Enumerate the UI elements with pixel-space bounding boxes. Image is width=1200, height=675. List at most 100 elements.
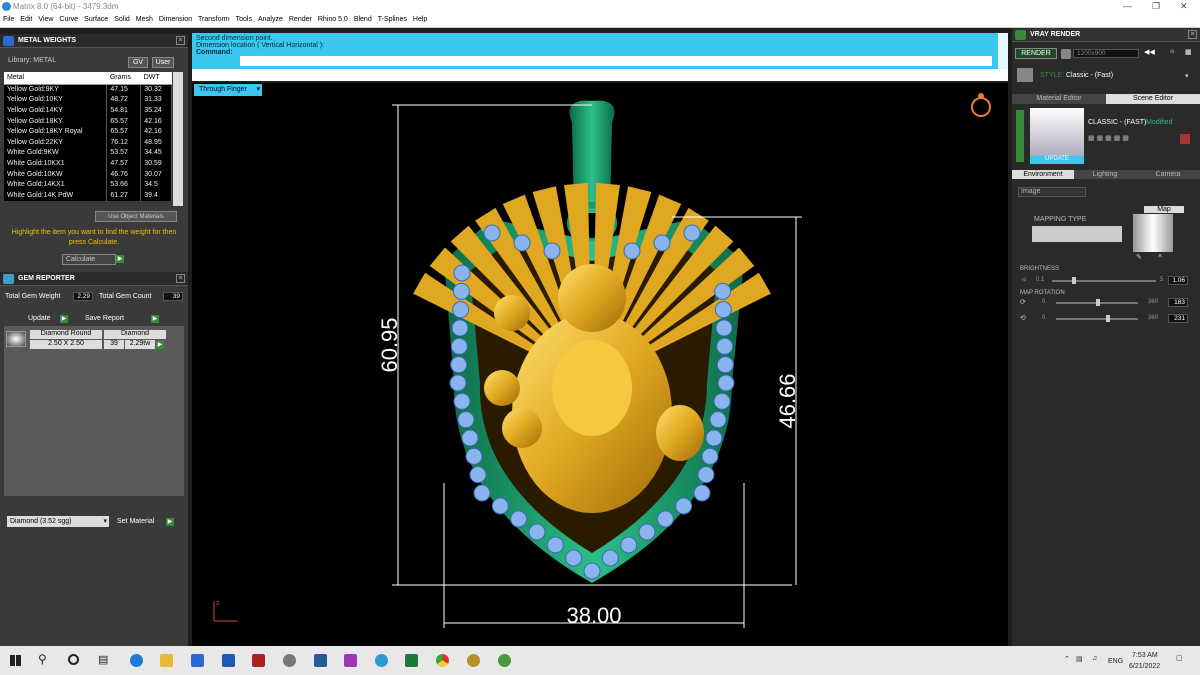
env-type-select[interactable]: Image bbox=[1018, 187, 1086, 197]
rotation-h-value[interactable]: 183 bbox=[1168, 298, 1188, 307]
table-row[interactable]: White Gold:14KX1 53.66 34.5 bbox=[4, 179, 172, 190]
update-go-icon[interactable]: ▶ bbox=[60, 315, 68, 323]
table-row[interactable]: White Gold:14K PdW 61.27 39.4 bbox=[4, 189, 172, 201]
table-row[interactable]: Yellow Gold:14KY 54.81 35.24 bbox=[4, 105, 172, 116]
table-row[interactable]: White Gold:9KW 53.57 34.45 bbox=[4, 147, 172, 159]
table-row[interactable]: Yellow Gold:10KY 48.72 31.33 bbox=[4, 94, 172, 106]
mail-icon[interactable] bbox=[222, 654, 235, 667]
search-icon[interactable]: ⚲ bbox=[38, 652, 47, 666]
column-header[interactable]: Grams bbox=[106, 72, 141, 85]
menu-file[interactable]: File bbox=[0, 14, 17, 25]
gv-button[interactable]: GV bbox=[128, 57, 148, 68]
resolution-field[interactable]: 1200x900 bbox=[1073, 49, 1139, 58]
command-scrollbar[interactable] bbox=[998, 33, 1008, 69]
map-edit-icon[interactable]: ✎ bbox=[1136, 253, 1142, 261]
scene-preview[interactable] bbox=[1030, 108, 1084, 158]
style-value[interactable]: Classic - (Fast) bbox=[1066, 72, 1113, 79]
menu-view[interactable]: View bbox=[35, 14, 56, 25]
menu-dimension[interactable]: Dimension bbox=[156, 14, 195, 25]
clock-time[interactable]: 7:53 AM bbox=[1132, 652, 1158, 659]
metal-weights-close-icon[interactable]: × bbox=[176, 36, 185, 45]
clock-date[interactable]: 6/21/2022 bbox=[1129, 663, 1160, 670]
table-row[interactable]: White Gold:10KW 46.76 30.07 bbox=[4, 168, 172, 180]
tab-lighting[interactable]: Lighting bbox=[1074, 170, 1136, 179]
vray-close-icon[interactable]: × bbox=[1188, 30, 1197, 39]
edge-icon[interactable] bbox=[130, 654, 143, 667]
windows-start-icon[interactable] bbox=[10, 655, 21, 666]
material-select[interactable]: Diamond (3.52 sgg) ▾ bbox=[7, 516, 109, 527]
close-button[interactable]: ✕ bbox=[1180, 1, 1188, 12]
excel-icon[interactable] bbox=[405, 654, 418, 667]
tab-material-editor[interactable]: Material Editor bbox=[1012, 94, 1106, 104]
menu-blend[interactable]: Blend bbox=[351, 14, 375, 25]
menu-surface[interactable]: Surface bbox=[81, 14, 111, 25]
gem-go-icon[interactable]: ▶ bbox=[156, 341, 164, 349]
app-globe-icon[interactable] bbox=[375, 654, 388, 667]
minimize-button[interactable]: — bbox=[1123, 1, 1132, 11]
language-indicator[interactable]: ENG bbox=[1108, 658, 1123, 665]
table-row[interactable]: Yellow Gold:9KY 47.15 30.32 bbox=[4, 84, 172, 95]
user-button[interactable]: User bbox=[152, 57, 174, 68]
app-blue-icon[interactable] bbox=[314, 654, 327, 667]
app-green-icon[interactable] bbox=[498, 654, 511, 667]
app-gold-icon[interactable] bbox=[467, 654, 480, 667]
tab-scene-editor[interactable]: Scene Editor bbox=[1106, 94, 1200, 104]
table-row[interactable]: White Gold:10KX1 47.57 30.59 bbox=[4, 158, 172, 169]
reset-icon[interactable] bbox=[1180, 134, 1190, 144]
menu-rhino-5-0[interactable]: Rhino 5.0 bbox=[315, 14, 351, 25]
chrome-icon[interactable] bbox=[436, 654, 449, 667]
tab-camera[interactable]: Camera bbox=[1136, 170, 1200, 179]
tray-network-icon[interactable]: ▤ bbox=[1076, 655, 1083, 663]
menu-tools[interactable]: Tools bbox=[233, 14, 255, 25]
menu-transform[interactable]: Transform bbox=[195, 14, 233, 25]
save-report-button[interactable]: Save Report bbox=[85, 315, 124, 322]
brightness-value[interactable]: 1.06 bbox=[1168, 276, 1188, 285]
menu-edit[interactable]: Edit bbox=[17, 14, 35, 25]
table-row[interactable]: Yellow Gold:18KY Royal 65.57 42.16 bbox=[4, 126, 172, 137]
menu-help[interactable]: Help bbox=[410, 14, 430, 25]
restore-button[interactable]: ❐ bbox=[1152, 1, 1160, 12]
task-view-icon[interactable]: ▤ bbox=[98, 653, 108, 666]
save-preset-icon[interactable]: ▦ ▦ ▦ ▦ ▦ bbox=[1088, 134, 1129, 142]
gem-row[interactable]: Diamond Round Diamond 2.50 X 2.50 39 2.2… bbox=[4, 330, 166, 350]
notifications-icon[interactable]: ▢ bbox=[1176, 654, 1183, 662]
scene-update-button[interactable]: UPDATE bbox=[1030, 156, 1084, 164]
viewport[interactable]: Through Finger ▾ 60.95 46.66 38.00 z bbox=[192, 83, 1008, 646]
rotation-h-knob[interactable] bbox=[1095, 299, 1100, 306]
menu-curve[interactable]: Curve bbox=[56, 14, 81, 25]
rotation-v-value[interactable]: 231 bbox=[1168, 314, 1188, 323]
set-material-go-icon[interactable]: ▶ bbox=[166, 518, 174, 526]
app-grey-icon[interactable] bbox=[283, 654, 296, 667]
tray-volume-icon[interactable]: ♫ bbox=[1092, 655, 1097, 662]
table-scrollbar[interactable] bbox=[173, 72, 183, 206]
app-red-icon[interactable] bbox=[252, 654, 265, 667]
table-row[interactable]: Yellow Gold:22KY 76.12 48.95 bbox=[4, 136, 172, 148]
calculate-go-icon[interactable]: ▶ bbox=[116, 255, 124, 263]
command-input[interactable] bbox=[240, 56, 992, 66]
tray-chevron-icon[interactable]: ⌃ bbox=[1064, 655, 1070, 663]
rotation-h-slider[interactable] bbox=[1056, 299, 1138, 306]
gem-reporter-close-icon[interactable]: × bbox=[176, 274, 185, 283]
file-explorer-icon[interactable] bbox=[160, 654, 173, 667]
menu-analyze[interactable]: Analyze bbox=[255, 14, 286, 25]
tab-environment[interactable]: Environment bbox=[1012, 170, 1074, 179]
brightness-slider[interactable] bbox=[1052, 277, 1156, 284]
menu-t-splines[interactable]: T-Splines bbox=[375, 14, 410, 25]
app-network-icon[interactable] bbox=[344, 654, 357, 667]
sun-icon[interactable]: ☼ bbox=[1169, 48, 1175, 55]
grid-icon[interactable]: ▦ bbox=[1185, 48, 1192, 56]
prev-icon[interactable]: ◀◀ bbox=[1144, 48, 1155, 56]
update-button[interactable]: Update bbox=[28, 315, 51, 322]
brightness-knob[interactable] bbox=[1072, 277, 1076, 284]
set-material-button[interactable]: Set Material bbox=[117, 518, 154, 525]
calculate-button[interactable]: Calculate bbox=[62, 254, 116, 265]
menu-render[interactable]: Render bbox=[286, 14, 315, 25]
rotation-v-slider[interactable] bbox=[1056, 315, 1138, 322]
column-header[interactable]: DWT bbox=[140, 72, 172, 85]
column-header[interactable]: Metal bbox=[4, 72, 107, 85]
collapse-arrow-icon[interactable] bbox=[1016, 110, 1024, 162]
mapping-type-buttons[interactable] bbox=[1032, 226, 1122, 242]
store-icon[interactable] bbox=[191, 654, 204, 667]
table-row[interactable]: Yellow Gold:18KY 65.57 42.16 bbox=[4, 115, 172, 127]
rotation-v-knob[interactable] bbox=[1105, 315, 1110, 322]
